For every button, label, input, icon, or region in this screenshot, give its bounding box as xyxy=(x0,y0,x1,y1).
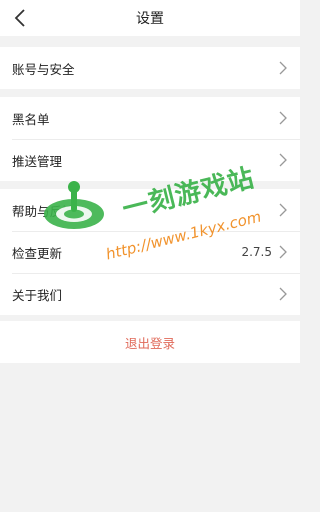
row-label: 检查更新 xyxy=(12,245,63,261)
row-account-security[interactable]: 账号与安全 xyxy=(0,47,300,89)
chevron-right-icon xyxy=(278,203,288,217)
settings-group-account: 账号与安全 xyxy=(0,47,300,89)
chevron-right-icon xyxy=(278,287,288,301)
row-check-update[interactable]: 检查更新 2.7.5 xyxy=(0,231,300,273)
settings-group-privacy: 黑名单 推送管理 xyxy=(0,97,300,181)
row-label: 账号与安全 xyxy=(12,61,75,77)
version-value: 2.7.5 xyxy=(241,245,272,259)
back-button[interactable] xyxy=(6,4,34,32)
logout-button[interactable]: 退出登录 xyxy=(0,321,300,363)
row-label: 帮助与反馈 xyxy=(12,203,75,219)
page-title: 设置 xyxy=(136,11,164,27)
chevron-right-icon xyxy=(278,61,288,75)
header-bar: 设置 xyxy=(0,0,300,36)
row-blacklist[interactable]: 黑名单 xyxy=(0,97,300,139)
row-help-feedback[interactable]: 帮助与反馈 xyxy=(0,189,300,231)
row-about-us[interactable]: 关于我们 xyxy=(0,273,300,315)
row-label: 推送管理 xyxy=(12,153,63,169)
settings-group-about: 帮助与反馈 检查更新 2.7.5 关于我们 xyxy=(0,189,300,315)
chevron-right-icon xyxy=(278,245,288,259)
chevron-right-icon xyxy=(278,153,288,167)
row-push-management[interactable]: 推送管理 xyxy=(0,139,300,181)
settings-screen: 设置 账号与安全 黑名单 推送管理 帮助与反馈 检查更新 2.7.5 关于我们 … xyxy=(0,0,300,512)
row-label: 黑名单 xyxy=(12,111,50,127)
chevron-left-icon xyxy=(14,9,25,27)
logout-label: 退出登录 xyxy=(124,335,175,351)
chevron-right-icon xyxy=(278,111,288,125)
row-label: 关于我们 xyxy=(12,287,63,303)
